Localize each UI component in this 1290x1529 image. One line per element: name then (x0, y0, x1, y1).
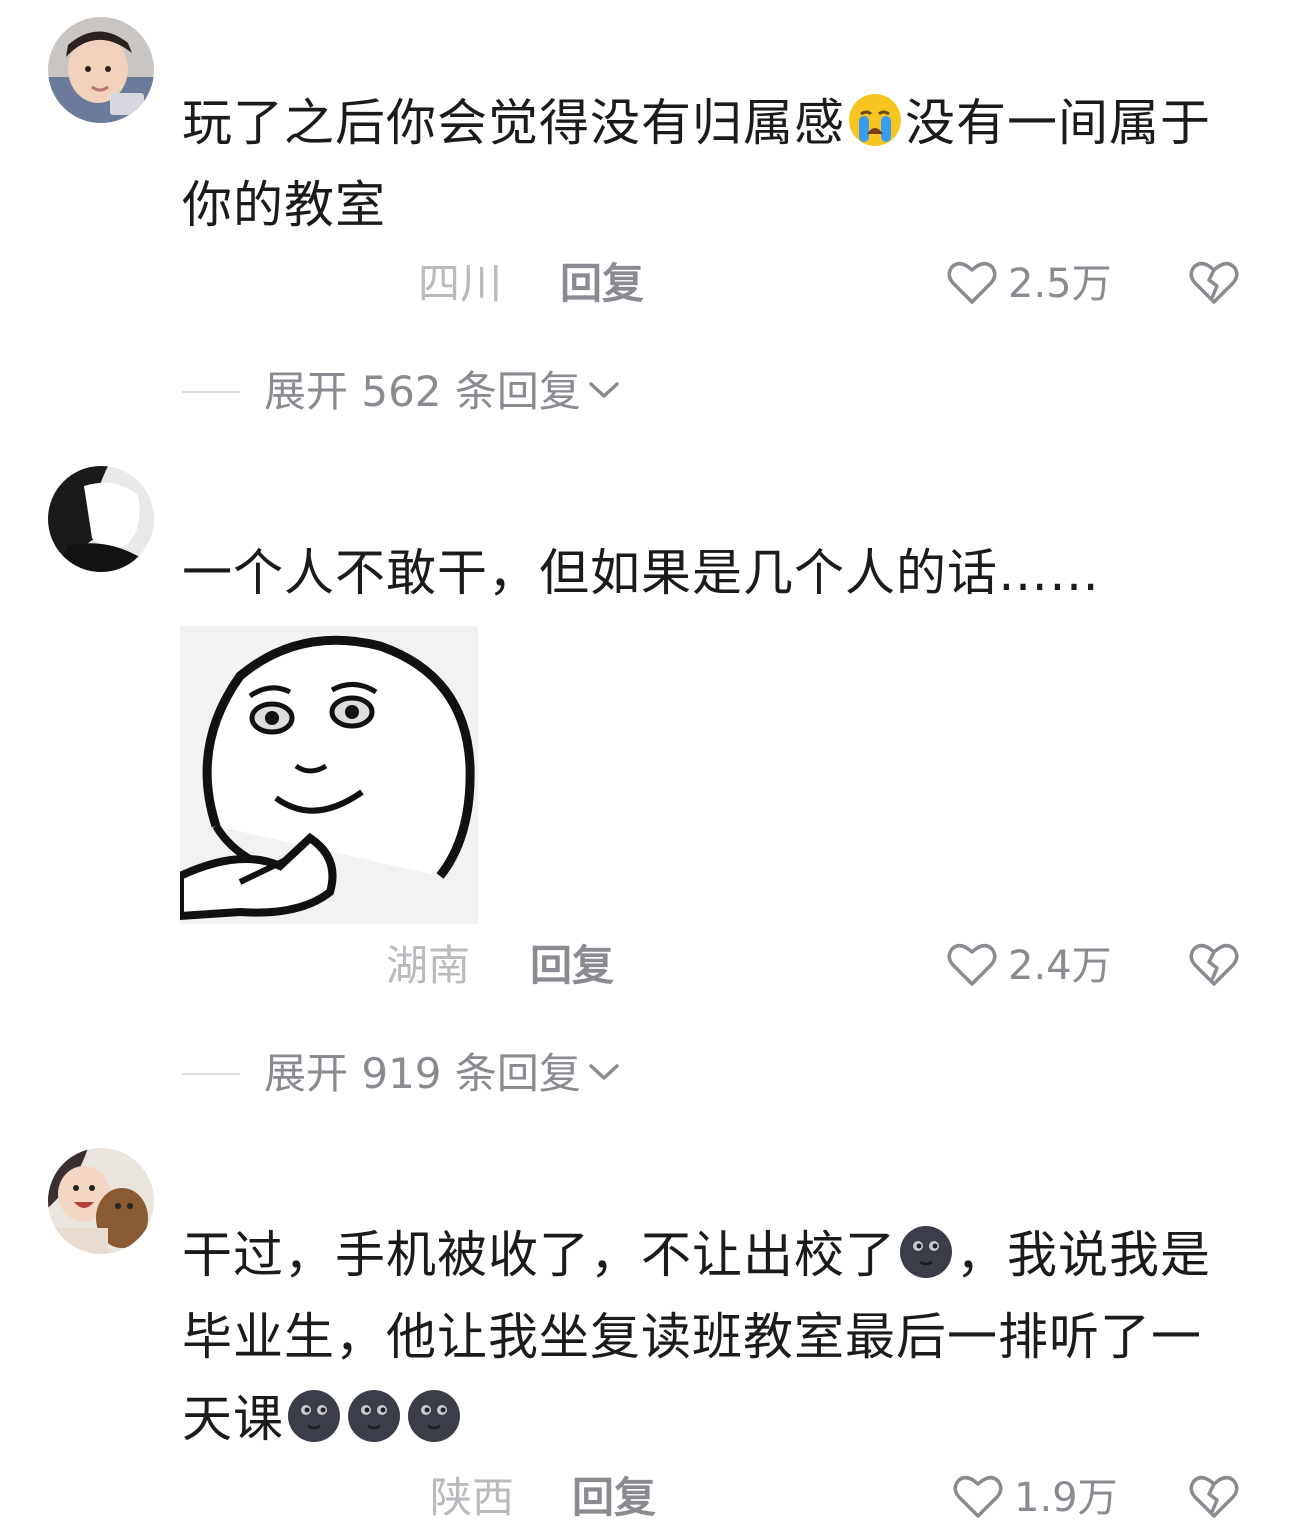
heart-outline-icon (946, 940, 998, 992)
loudly-crying-face-icon (847, 92, 903, 148)
dislike-button[interactable] (1188, 1468, 1240, 1528)
comment-text-part: 干过，手机被收了，不让出校了 (182, 1226, 896, 1284)
new-moon-face-icon (286, 1388, 342, 1444)
like-button[interactable]: 2.5万 (946, 254, 1112, 314)
like-count: 1.9万 (1014, 1475, 1118, 1521)
divider (182, 391, 240, 393)
avatar[interactable] (48, 1148, 154, 1254)
reply-button[interactable]: 回复 (530, 936, 614, 996)
expand-replies-button[interactable]: 展开 562 条回复 (182, 362, 621, 422)
location-label: 陕西 (430, 1473, 515, 1522)
like-button[interactable]: 2.4万 (946, 936, 1112, 996)
comment-text: 玩了之后你会觉得没有归属感 没有一间属于你的教室 (182, 82, 1242, 246)
divider (182, 1073, 240, 1075)
like-count: 2.4万 (1008, 943, 1112, 989)
avatar[interactable] (48, 466, 154, 572)
chevron-down-icon (581, 1061, 621, 1087)
expand-replies-label: 展开 562 条回复 (264, 367, 581, 416)
heart-outline-icon (946, 258, 998, 310)
comment-text: 一个人不敢干，但如果是几个人的话…… (182, 544, 1100, 602)
heart-outline-icon (952, 1472, 1004, 1524)
new-moon-face-icon (406, 1388, 462, 1444)
like-count: 2.5万 (1008, 261, 1112, 307)
comment-text-part: 玩了之后你会觉得没有归属感 (182, 94, 845, 152)
broken-heart-icon (1188, 1472, 1240, 1524)
broken-heart-icon (1188, 940, 1240, 992)
new-moon-face-icon (898, 1224, 954, 1280)
location-label: 湖南 (386, 941, 471, 990)
avatar[interactable] (48, 17, 154, 123)
reply-button[interactable]: 回复 (572, 1468, 656, 1528)
expand-replies-label: 展开 919 条回复 (264, 1049, 581, 1098)
like-button[interactable]: 1.9万 (952, 1468, 1118, 1528)
reply-button[interactable]: 回复 (560, 254, 644, 314)
dislike-button[interactable] (1188, 936, 1240, 996)
new-moon-face-icon (346, 1388, 402, 1444)
broken-heart-icon (1188, 258, 1240, 310)
meme-face-sticker[interactable] (180, 626, 478, 924)
dislike-button[interactable] (1188, 254, 1240, 314)
chevron-down-icon (581, 379, 621, 405)
comment-text: 干过，手机被收了，不让出校了 ，我说我是毕业生，他让我坐复读班教室最后一排听了一天… (182, 1214, 1242, 1460)
expand-replies-button[interactable]: 展开 919 条回复 (182, 1044, 621, 1104)
location-label: 四川 (418, 259, 503, 308)
